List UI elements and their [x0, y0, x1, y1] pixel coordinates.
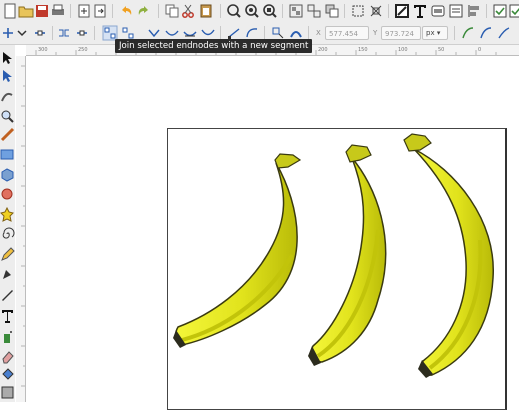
banana-left[interactable]	[173, 153, 302, 348]
banana-right[interactable]	[403, 133, 494, 378]
banana-illustration[interactable]	[0, 0, 519, 402]
tooltip: Join selected endnodes with a new segmen…	[115, 39, 313, 53]
banana-middle[interactable]	[308, 144, 387, 366]
